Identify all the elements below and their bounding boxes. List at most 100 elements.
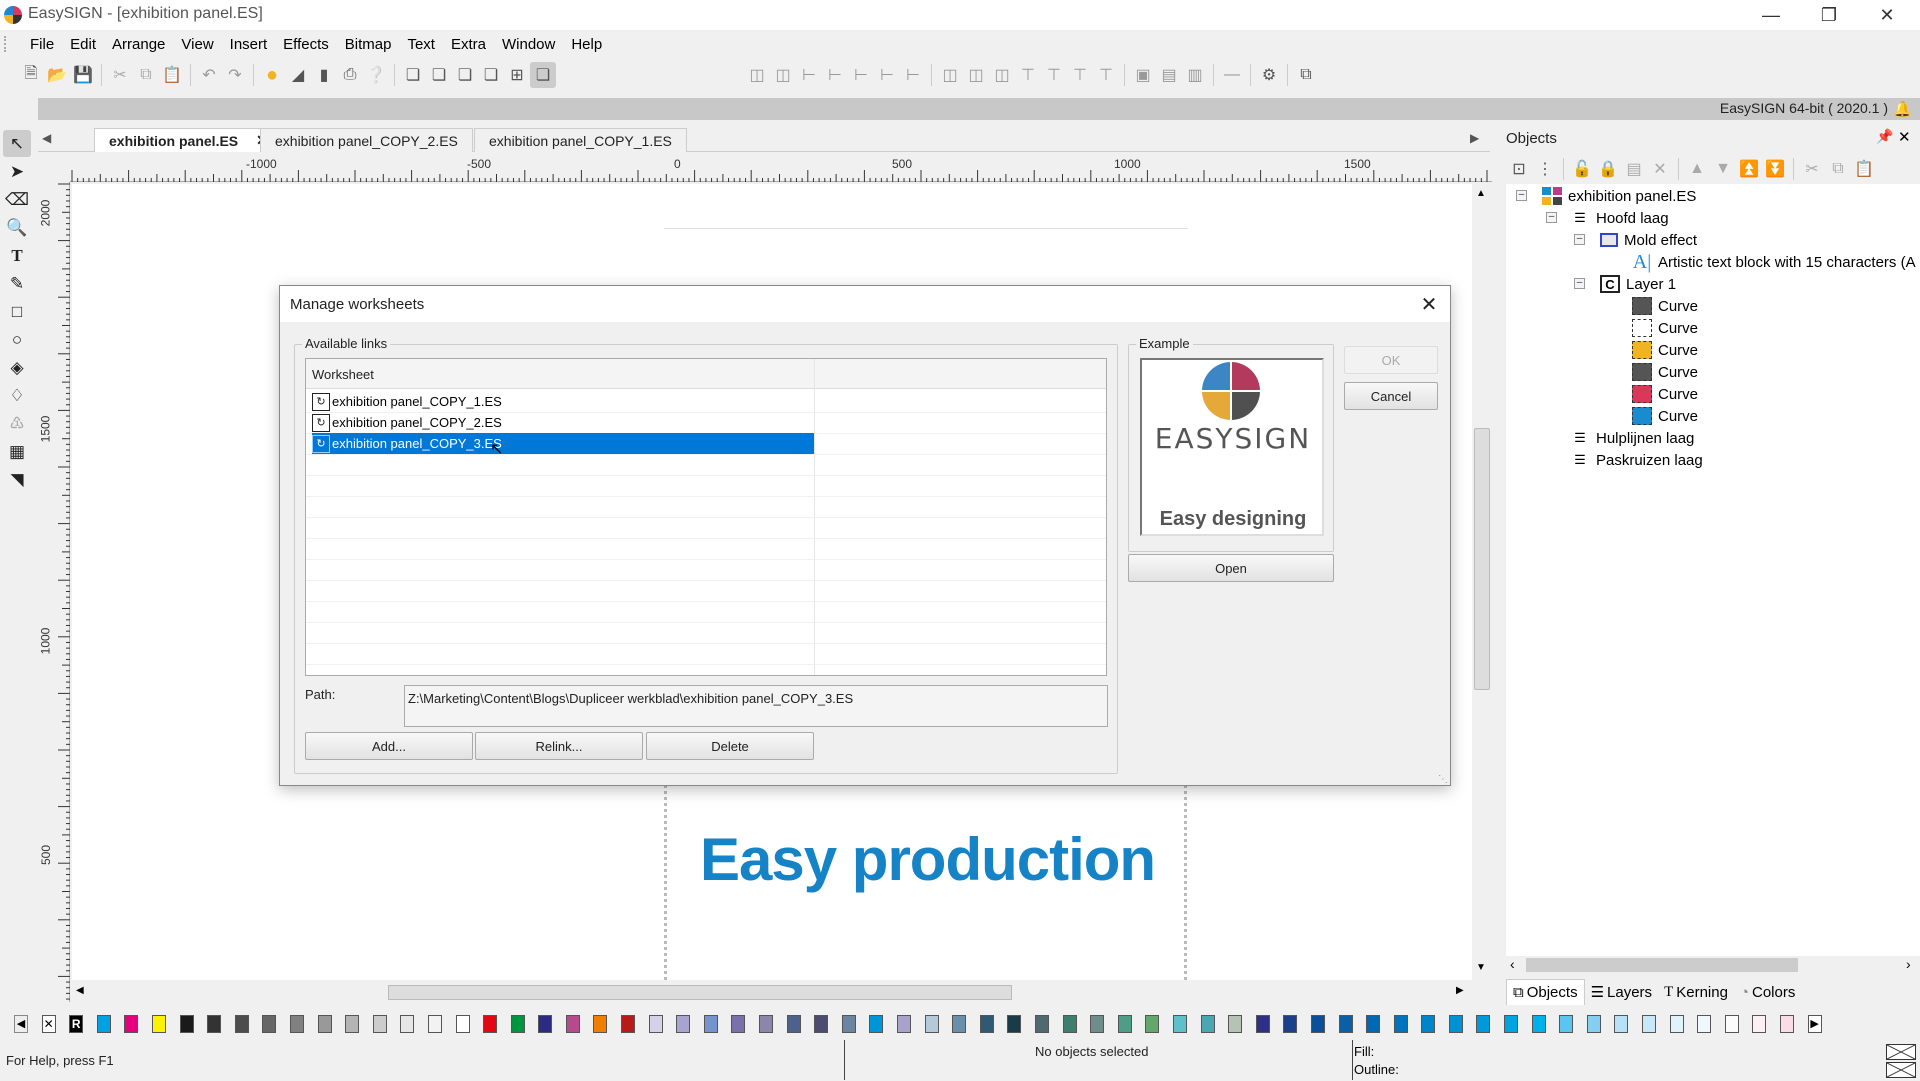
delete-button[interactable]: Delete bbox=[646, 732, 814, 760]
scroll-up-icon[interactable]: ▲ bbox=[1476, 188, 1486, 199]
bell-icon[interactable]: 🔔 bbox=[1893, 100, 1912, 118]
color-swatch[interactable] bbox=[1448, 1015, 1463, 1033]
menu-grip[interactable] bbox=[4, 36, 7, 52]
color-swatch[interactable] bbox=[814, 1015, 829, 1033]
collapse-icon[interactable]: – bbox=[1574, 234, 1585, 245]
move-down-icon[interactable]: ▼ bbox=[1710, 156, 1736, 182]
minimize-button[interactable]: — bbox=[1742, 0, 1800, 30]
tab-copy-1[interactable]: exhibition panel_COPY_1.ES bbox=[474, 128, 687, 152]
horizontal-ruler[interactable]: -1000 -500 0 500 1000 1500 bbox=[70, 156, 1492, 182]
to-back-icon[interactable]: ❏ bbox=[478, 62, 504, 88]
color-swatch[interactable] bbox=[1062, 1015, 1077, 1033]
text-tool-icon[interactable]: T bbox=[3, 242, 31, 269]
menu-extra[interactable]: Extra bbox=[443, 36, 494, 53]
color-swatch[interactable] bbox=[648, 1015, 663, 1033]
color-swatch[interactable] bbox=[841, 1015, 856, 1033]
color-swatch[interactable] bbox=[1172, 1015, 1187, 1033]
eraser-tool-icon[interactable]: ⌫ bbox=[3, 186, 31, 213]
move-bottom-icon[interactable]: ⏬ bbox=[1762, 156, 1788, 182]
color-swatch[interactable] bbox=[400, 1015, 415, 1033]
menu-view[interactable]: View bbox=[173, 36, 221, 53]
rectangle-tool-icon[interactable]: □ bbox=[3, 298, 31, 325]
scroll-right-icon[interactable]: ▶ bbox=[1456, 985, 1464, 996]
color-swatch[interactable] bbox=[1007, 1015, 1022, 1033]
color-swatch[interactable] bbox=[483, 1015, 498, 1033]
color-swatch[interactable] bbox=[1090, 1015, 1105, 1033]
menu-insert[interactable]: Insert bbox=[222, 36, 276, 53]
color-swatch[interactable] bbox=[372, 1015, 387, 1033]
panel-tab-colors[interactable]: ◔ Colors bbox=[1734, 979, 1801, 1005]
move-top-icon[interactable]: ⏫ bbox=[1736, 156, 1762, 182]
pen-tool-icon[interactable]: ✎ bbox=[3, 270, 31, 297]
color-swatch[interactable] bbox=[234, 1015, 249, 1033]
color-swatch[interactable] bbox=[1724, 1015, 1739, 1033]
size-2-icon[interactable]: ▤ bbox=[1156, 62, 1182, 88]
scroll-right-icon[interactable]: › bbox=[1906, 956, 1911, 972]
paste-icon[interactable]: 📋 bbox=[1851, 156, 1877, 182]
tree-node-curve[interactable]: Curve bbox=[1632, 339, 1698, 361]
node-tool-icon[interactable]: ➤ bbox=[3, 158, 31, 185]
color-swatch[interactable] bbox=[538, 1015, 553, 1033]
ellipse-tool-icon[interactable]: ○ bbox=[3, 326, 31, 353]
color-swatch[interactable] bbox=[510, 1015, 525, 1033]
space-4-icon[interactable]: ⊤ bbox=[1093, 62, 1119, 88]
distribute-3-icon[interactable]: ⊢ bbox=[848, 62, 874, 88]
color-swatch[interactable] bbox=[1504, 1015, 1519, 1033]
color-swatch[interactable] bbox=[345, 1015, 360, 1033]
resize-grip[interactable]: ⋱ bbox=[1438, 774, 1448, 785]
properties-icon[interactable]: ▤ bbox=[1621, 156, 1647, 182]
size-3-icon[interactable]: ▥ bbox=[1182, 62, 1208, 88]
color-swatch[interactable] bbox=[924, 1015, 939, 1033]
color-swatch[interactable] bbox=[427, 1015, 442, 1033]
worksheet-row[interactable]: ↻ exhibition panel_COPY_1.ES bbox=[312, 391, 814, 412]
color-swatch[interactable] bbox=[731, 1015, 746, 1033]
align-top-icon[interactable]: ◫ bbox=[937, 62, 963, 88]
color-swatch[interactable] bbox=[1752, 1015, 1767, 1033]
to-front-icon[interactable]: ❏ bbox=[400, 62, 426, 88]
color-swatch[interactable] bbox=[317, 1015, 332, 1033]
color-swatch[interactable] bbox=[1476, 1015, 1491, 1033]
color-swatch[interactable] bbox=[1697, 1015, 1712, 1033]
copy-icon[interactable]: ⧉ bbox=[1825, 156, 1851, 182]
lock-icon[interactable]: 🔒 bbox=[1595, 156, 1621, 182]
cut-icon[interactable]: ✂ bbox=[1799, 156, 1825, 182]
color-swatch[interactable] bbox=[151, 1015, 166, 1033]
color-swatch[interactable] bbox=[897, 1015, 911, 1033]
tree-node-group[interactable]: C Layer 1 bbox=[1600, 273, 1676, 295]
menu-window[interactable]: Window bbox=[494, 36, 563, 53]
align-middle-icon[interactable]: ◫ bbox=[963, 62, 989, 88]
paste-icon[interactable]: 📋 bbox=[159, 62, 185, 88]
worksheet-list[interactable]: Worksheet ↻ exhibition panel_COPY_1.ES ↻… bbox=[305, 358, 1107, 676]
color-swatch[interactable] bbox=[1255, 1015, 1270, 1033]
fill-none-swatch[interactable] bbox=[1886, 1044, 1916, 1060]
color-swatch[interactable] bbox=[1034, 1015, 1049, 1033]
color-swatch[interactable] bbox=[869, 1015, 884, 1033]
page-tool-icon[interactable]: ◥ bbox=[3, 466, 31, 493]
menu-bitmap[interactable]: Bitmap bbox=[337, 36, 400, 53]
color-swatch[interactable] bbox=[565, 1015, 580, 1033]
ok-button[interactable]: OK bbox=[1344, 346, 1438, 374]
tree-node-curve[interactable]: Curve bbox=[1632, 361, 1698, 383]
distribute-4-icon[interactable]: ⊢ bbox=[874, 62, 900, 88]
menu-effects[interactable]: Effects bbox=[275, 36, 337, 53]
color-swatch[interactable] bbox=[1117, 1015, 1132, 1033]
panel-tab-objects[interactable]: ⧉ Objects bbox=[1506, 979, 1585, 1005]
space-1-icon[interactable]: ⊤ bbox=[1015, 62, 1041, 88]
scroll-left-icon[interactable]: ‹ bbox=[1510, 956, 1515, 972]
color-swatch[interactable] bbox=[593, 1015, 608, 1033]
backward-icon[interactable]: ❏ bbox=[452, 62, 478, 88]
scroll-left-icon[interactable]: ◀ bbox=[76, 985, 84, 996]
save-icon[interactable]: 💾 bbox=[70, 62, 96, 88]
color-swatch[interactable] bbox=[96, 1015, 111, 1033]
color-swatch[interactable] bbox=[1421, 1015, 1436, 1033]
canvas-text-object[interactable]: Easy production bbox=[700, 825, 1156, 894]
add-button[interactable]: Add... bbox=[305, 732, 473, 760]
menu-text[interactable]: Text bbox=[399, 36, 443, 53]
color-swatch[interactable] bbox=[676, 1015, 691, 1033]
panel-close-icon[interactable]: ✕ bbox=[1898, 128, 1911, 146]
color-swatch[interactable] bbox=[759, 1015, 774, 1033]
color-swatch[interactable] bbox=[289, 1015, 304, 1033]
move-up-icon[interactable]: ▲ bbox=[1684, 156, 1710, 182]
line-icon[interactable]: — bbox=[1219, 62, 1245, 88]
collapse-icon[interactable]: – bbox=[1574, 278, 1585, 289]
